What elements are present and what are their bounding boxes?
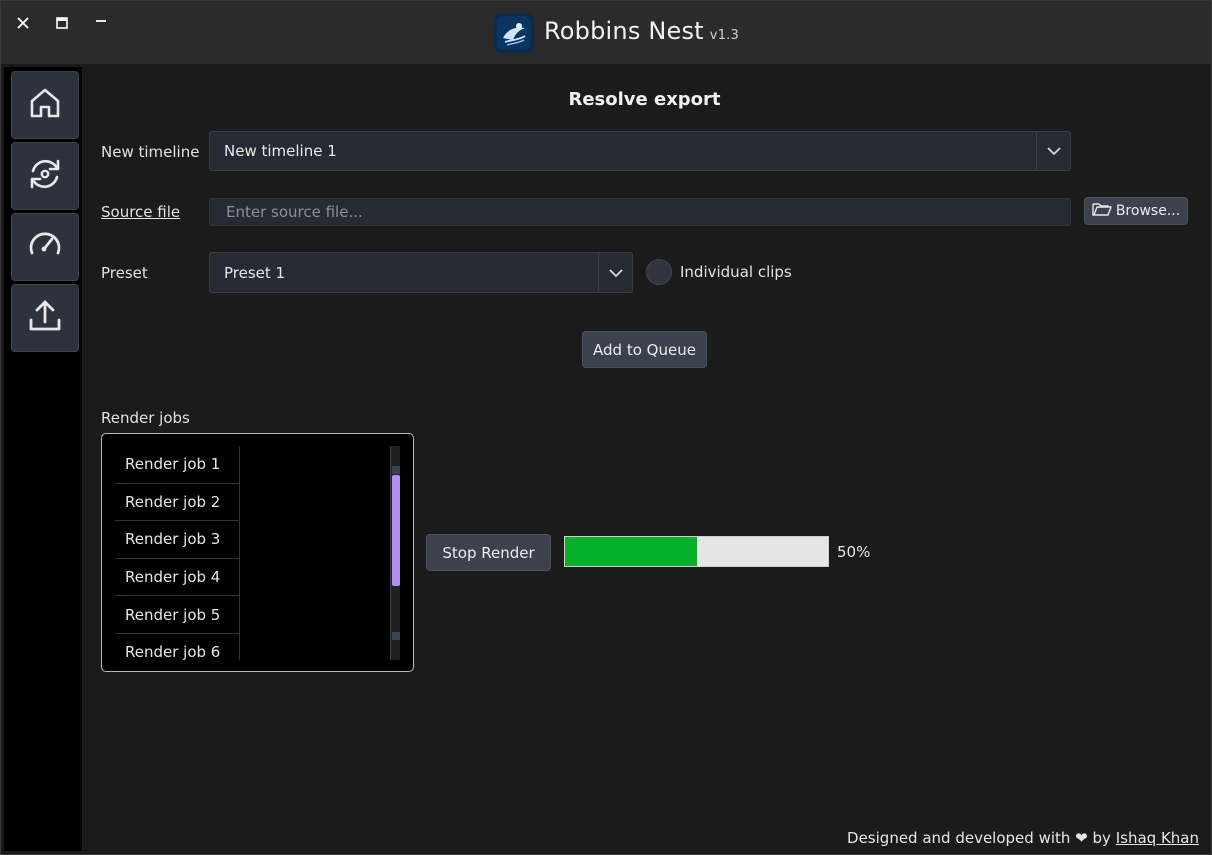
chevron-down-icon[interactable]	[598, 253, 632, 292]
footer-credit: Designed and developed with ❤ by Ishaq K…	[847, 829, 1199, 847]
scroll-cap-top	[392, 466, 400, 474]
sidebar-item-export[interactable]	[11, 284, 79, 352]
sidebar-item-convert[interactable]	[11, 142, 79, 210]
maximize-icon[interactable]	[50, 11, 74, 35]
refresh-icon	[25, 154, 65, 198]
list-item[interactable]: Render job 6	[115, 633, 240, 660]
preset-value: Preset 1	[224, 263, 286, 282]
preset-label: Preset	[101, 264, 148, 282]
stop-render-button[interactable]: Stop Render	[426, 534, 551, 571]
list-item[interactable]: Render job 3	[115, 521, 240, 559]
render-jobs-label: Render jobs	[101, 409, 190, 427]
list-item[interactable]: Render job 5	[115, 596, 240, 634]
individual-clips-label[interactable]: Individual clips	[680, 263, 792, 281]
render-progress-text: 50%	[837, 543, 871, 561]
app-version: v1.3	[709, 28, 739, 43]
add-to-queue-button[interactable]: Add to Queue	[582, 331, 707, 368]
list-item[interactable]: Render job 4	[115, 558, 240, 597]
app-window: Robbins Nest v1.3 Resolve export New tim…	[0, 0, 1212, 855]
heart-icon: ❤	[1075, 829, 1088, 847]
minimize-icon[interactable]	[89, 11, 113, 35]
scroll-cap-bottom	[392, 632, 400, 640]
author-link[interactable]: Ishaq Khan	[1116, 829, 1199, 847]
list-item[interactable]: Render job 1	[115, 446, 240, 484]
sidebar	[4, 67, 82, 851]
source-file-label[interactable]: Source file	[101, 203, 180, 221]
browse-button[interactable]: Browse...	[1084, 197, 1188, 225]
sidebar-item-speed[interactable]	[11, 213, 79, 281]
upload-icon	[25, 296, 65, 340]
footer-by: by	[1092, 829, 1111, 847]
preset-combo[interactable]: Preset 1	[209, 252, 633, 293]
render-jobs-scrollbar[interactable]	[390, 446, 400, 660]
close-icon[interactable]	[11, 11, 35, 35]
app-title: Robbins Nest v1.3	[544, 17, 739, 49]
page-title: Resolve export	[568, 89, 721, 110]
scroll-thumb[interactable]	[392, 475, 400, 586]
footer-text: Designed and developed with	[847, 829, 1071, 847]
new-timeline-combo[interactable]: New timeline 1	[209, 131, 1071, 171]
folder-icon	[1092, 201, 1112, 221]
new-timeline-value: New timeline 1	[224, 142, 337, 160]
app-logo	[494, 13, 534, 53]
new-timeline-label: New timeline	[101, 143, 200, 161]
render-jobs-list[interactable]: Render job 1 Render job 2 Render job 3 R…	[101, 433, 414, 672]
render-progress-fill	[565, 537, 697, 566]
render-progress-bar	[564, 536, 829, 567]
chevron-down-icon[interactable]	[1036, 132, 1070, 170]
individual-clips-radio[interactable]	[646, 259, 672, 285]
browse-label: Browse...	[1115, 203, 1181, 219]
list-item[interactable]: Render job 2	[115, 483, 240, 522]
source-file-input[interactable]	[209, 198, 1071, 226]
app-name: Robbins Nest	[544, 17, 704, 45]
render-jobs-items: Render job 1 Render job 2 Render job 3 R…	[115, 446, 240, 660]
title-bar[interactable]: Robbins Nest v1.3	[1, 1, 1211, 64]
gauge-icon	[25, 225, 65, 269]
